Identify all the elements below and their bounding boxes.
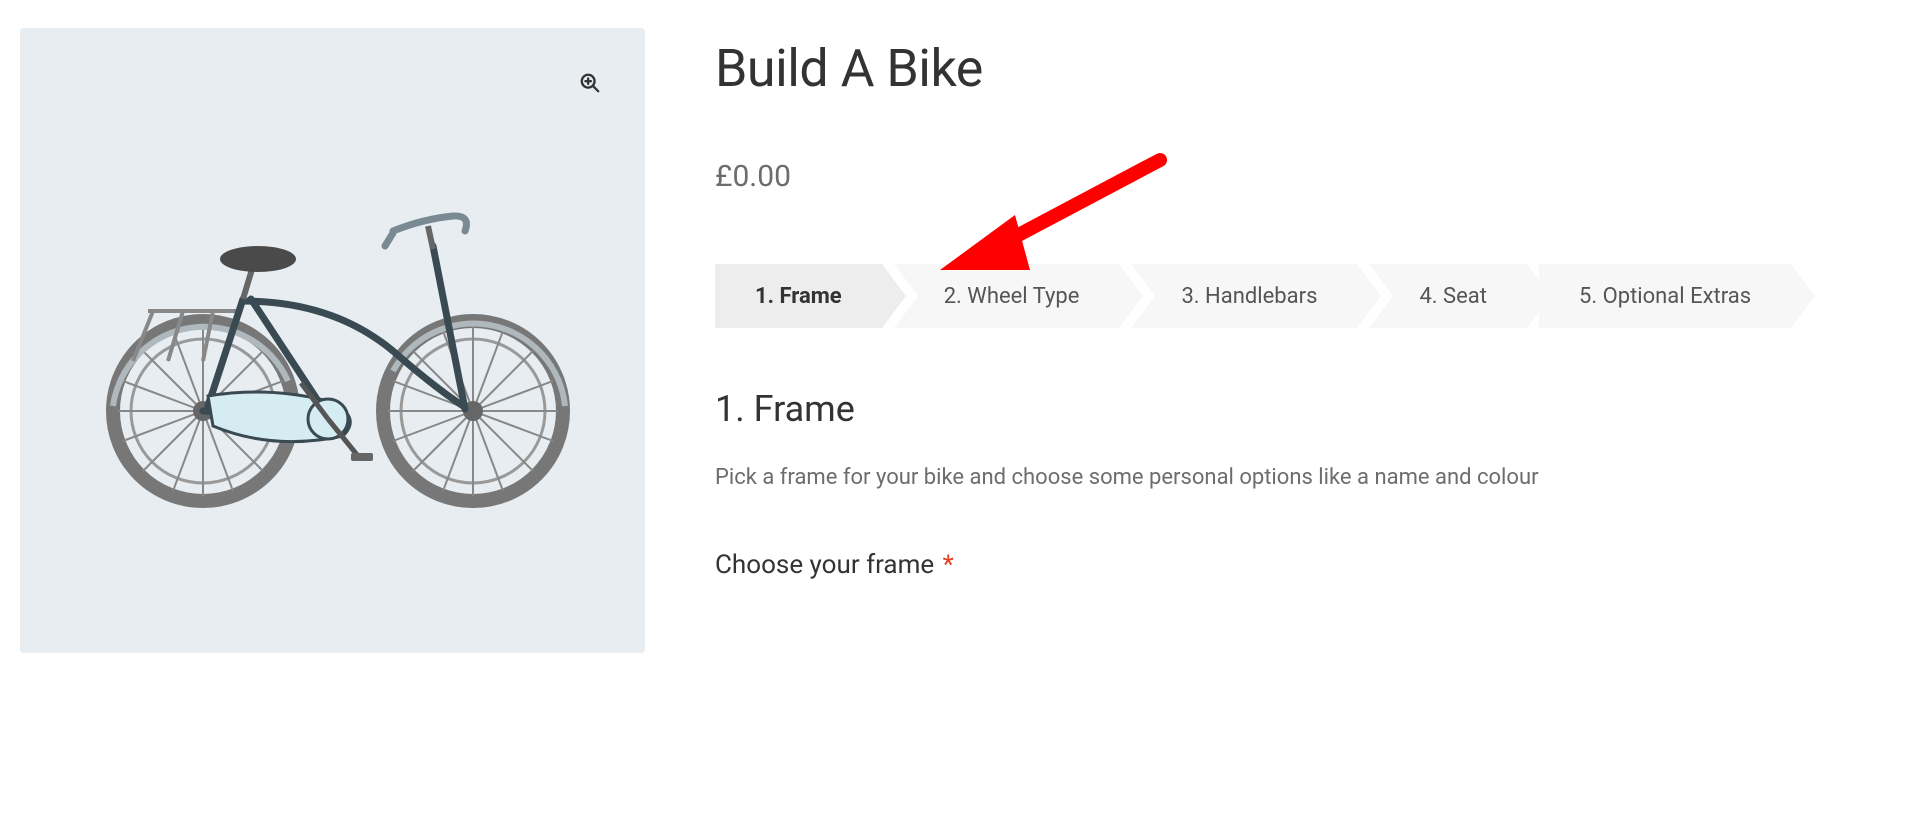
- step-label: 2. Wheel Type: [944, 284, 1080, 309]
- product-title: Build A Bike: [715, 38, 1900, 99]
- step-handlebars[interactable]: 3. Handlebars: [1131, 264, 1357, 328]
- field-label-frame: Choose your frame *: [715, 550, 1900, 580]
- step-label: 1. Frame: [755, 284, 842, 309]
- step-label: 3. Handlebars: [1181, 284, 1317, 309]
- step-label: 5. Optional Extras: [1579, 284, 1751, 309]
- section-description: Pick a frame for your bike and choose so…: [715, 460, 1900, 495]
- zoom-icon[interactable]: [575, 68, 605, 98]
- field-label-text: Choose your frame: [715, 550, 934, 580]
- product-price: £0.00: [715, 159, 1900, 194]
- required-asterisk: *: [943, 550, 954, 580]
- section-title: 1. Frame: [715, 388, 1900, 430]
- product-image-panel: [20, 28, 645, 653]
- step-wheel-type[interactable]: 2. Wheel Type: [894, 264, 1120, 328]
- step-frame[interactable]: 1. Frame: [715, 264, 882, 328]
- step-nav: 1. Frame 2. Wheel Type 3. Handlebars 4. …: [715, 264, 1900, 328]
- bike-image: [93, 171, 573, 511]
- step-label: 4. Seat: [1419, 284, 1487, 309]
- step-optional-extras[interactable]: 5. Optional Extras: [1539, 264, 1791, 328]
- step-seat[interactable]: 4. Seat: [1369, 264, 1527, 328]
